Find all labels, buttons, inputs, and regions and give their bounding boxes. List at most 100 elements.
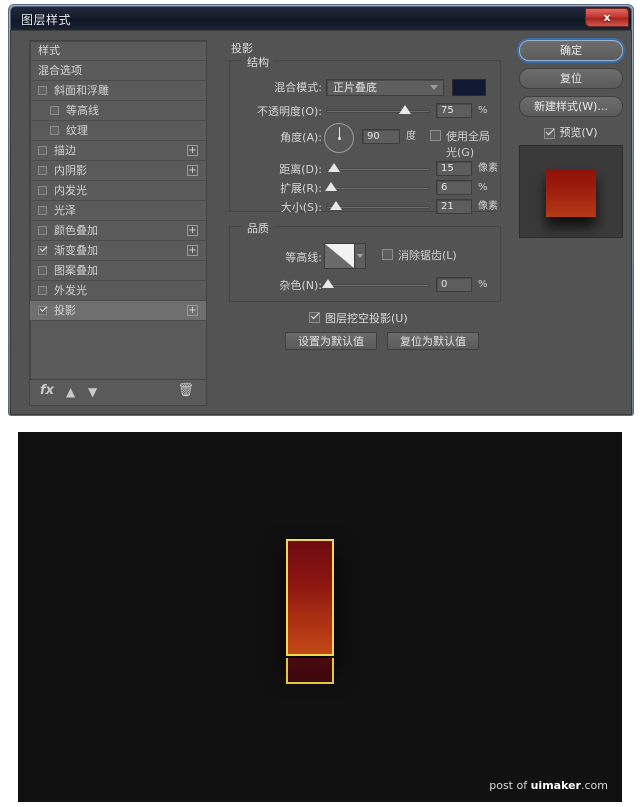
- style-list-item[interactable]: 样式: [30, 41, 206, 61]
- opacity-slider[interactable]: [326, 105, 430, 114]
- size-slider[interactable]: [326, 201, 430, 210]
- spread-slider-knob[interactable]: [325, 182, 338, 191]
- style-list-item[interactable]: 图案叠加: [30, 261, 206, 281]
- style-list-item[interactable]: 外发光: [30, 281, 206, 301]
- style-list-item[interactable]: 光泽: [30, 201, 206, 221]
- style-enable-checkbox[interactable]: [38, 266, 47, 275]
- window-titlebar: 图层样式 x: [10, 6, 632, 30]
- move-down-icon[interactable]: ▼: [88, 385, 97, 399]
- chevron-down-icon: [430, 85, 438, 90]
- ok-button[interactable]: 确定: [519, 40, 623, 61]
- antialias-checkbox[interactable]: [382, 249, 393, 260]
- style-enable-checkbox[interactable]: [38, 86, 47, 95]
- style-list[interactable]: 样式 混合选项 斜面和浮雕 等高线 纹理 描边 + 内阴影 + 内发光 光泽 颜色叠加 + 渐变叠加 + 图案…: [29, 40, 207, 380]
- opacity-unit: %: [478, 105, 488, 116]
- blend-mode-value: 正片叠底: [333, 81, 377, 94]
- style-enable-checkbox[interactable]: [50, 106, 59, 115]
- style-list-item[interactable]: 内阴影 +: [30, 161, 206, 181]
- preview-thumbnail: [519, 145, 623, 238]
- style-enable-checkbox[interactable]: [38, 286, 47, 295]
- size-input[interactable]: 21: [436, 199, 472, 214]
- style-enable-checkbox[interactable]: [38, 306, 47, 315]
- style-list-item[interactable]: 斜面和浮雕: [30, 81, 206, 101]
- artwork-bar: [286, 539, 334, 656]
- layer-style-window: 图层样式 x 样式 混合选项 斜面和浮雕 等高线 纹理 描边 + 内阴影 + 内发光 光泽 颜色叠加 +…: [8, 4, 634, 416]
- add-effect-icon[interactable]: +: [187, 305, 198, 316]
- set-default-button[interactable]: 设置为默认值: [285, 332, 377, 350]
- style-list-item[interactable]: 混合选项: [30, 61, 206, 81]
- style-enable-checkbox[interactable]: [38, 166, 47, 175]
- style-list-item[interactable]: 渐变叠加 +: [30, 241, 206, 261]
- size-row: 大小(S):: [281, 199, 430, 216]
- distance-slider-knob[interactable]: [328, 163, 341, 172]
- fx-icon[interactable]: fx: [40, 383, 54, 398]
- style-list-toolbar: fx ▲ ▼ 🗑: [29, 380, 207, 406]
- contour-preset-picker[interactable]: [324, 243, 366, 269]
- watermark-suffix: .com: [581, 779, 608, 792]
- close-icon[interactable]: x: [585, 8, 629, 27]
- style-enable-checkbox[interactable]: [38, 226, 47, 235]
- knockout-label: 图层挖空投影(U): [325, 312, 408, 325]
- size-slider-knob[interactable]: [330, 201, 343, 210]
- angle-unit: 度: [406, 131, 416, 142]
- move-up-icon[interactable]: ▲: [66, 385, 75, 399]
- add-effect-icon[interactable]: +: [187, 145, 198, 156]
- noise-input[interactable]: 0: [436, 277, 472, 292]
- style-list-item-label: 等高线: [66, 104, 99, 117]
- opacity-label: 不透明度(O):: [257, 105, 322, 118]
- style-enable-checkbox[interactable]: [38, 246, 47, 255]
- structure-legend: 结构: [242, 54, 274, 70]
- style-list-item[interactable]: 颜色叠加 +: [30, 221, 206, 241]
- style-list-item[interactable]: 纹理: [30, 121, 206, 141]
- style-list-item-label: 图案叠加: [54, 264, 98, 277]
- knockout-checkbox[interactable]: [309, 312, 320, 323]
- watermark-prefix: post of: [489, 779, 531, 792]
- add-effect-icon[interactable]: +: [187, 245, 198, 256]
- spread-slider[interactable]: [325, 182, 430, 191]
- style-enable-checkbox[interactable]: [38, 186, 47, 195]
- size-unit: 像素: [478, 201, 498, 212]
- opacity-slider-knob[interactable]: [399, 105, 411, 114]
- noise-slider[interactable]: [322, 279, 430, 288]
- style-list-item-label: 颜色叠加: [54, 224, 98, 237]
- style-enable-checkbox[interactable]: [38, 206, 47, 215]
- spread-input[interactable]: 6: [436, 180, 472, 195]
- angle-input[interactable]: 90: [362, 129, 400, 144]
- blend-mode-select[interactable]: 正片叠底: [326, 79, 444, 96]
- use-global-light-checkbox[interactable]: [430, 130, 441, 141]
- noise-slider-knob[interactable]: [322, 279, 335, 288]
- add-effect-icon[interactable]: +: [187, 165, 198, 176]
- new-style-button[interactable]: 新建样式(W)...: [519, 96, 623, 117]
- style-enable-checkbox[interactable]: [50, 126, 59, 135]
- shadow-color-swatch[interactable]: [452, 79, 486, 96]
- dialog-body: 样式 混合选项 斜面和浮雕 等高线 纹理 描边 + 内阴影 + 内发光 光泽 颜色叠加 + 渐变叠加 + 图案…: [10, 30, 632, 415]
- contour-label: 等高线:: [285, 251, 322, 264]
- antialias-label: 消除锯齿(L): [398, 249, 457, 262]
- reset-default-button[interactable]: 复位为默认值: [387, 332, 479, 350]
- style-list-item[interactable]: 描边 +: [30, 141, 206, 161]
- style-list-item[interactable]: 投影 +: [30, 301, 206, 321]
- style-list-item[interactable]: 内发光: [30, 181, 206, 201]
- style-enable-checkbox[interactable]: [38, 146, 47, 155]
- blend-mode-label: 混合模式:: [274, 81, 322, 94]
- angle-dial[interactable]: [324, 123, 354, 153]
- style-list-item-label: 描边: [54, 144, 76, 157]
- size-label: 大小(S):: [280, 201, 322, 214]
- quality-legend: 品质: [242, 220, 274, 236]
- trash-icon[interactable]: 🗑: [177, 383, 194, 398]
- distance-input[interactable]: 15: [436, 161, 472, 176]
- distance-slider[interactable]: [326, 163, 430, 172]
- noise-row: 杂色(N):: [279, 277, 430, 294]
- style-list-item[interactable]: 等高线: [30, 101, 206, 121]
- use-global-light-label: 使用全局光(G): [446, 130, 490, 159]
- opacity-input[interactable]: 75: [436, 103, 472, 118]
- style-list-item-label: 斜面和浮雕: [54, 84, 109, 97]
- preview-checkbox[interactable]: [544, 127, 556, 139]
- style-list-item-label: 纹理: [66, 124, 88, 137]
- style-list-item-label: 内发光: [54, 184, 87, 197]
- window-title: 图层样式: [21, 13, 72, 27]
- spread-row: 扩展(R):: [280, 180, 430, 197]
- add-effect-icon[interactable]: +: [187, 225, 198, 236]
- contour-dropdown-icon[interactable]: [354, 244, 365, 268]
- reset-button[interactable]: 复位: [519, 68, 623, 89]
